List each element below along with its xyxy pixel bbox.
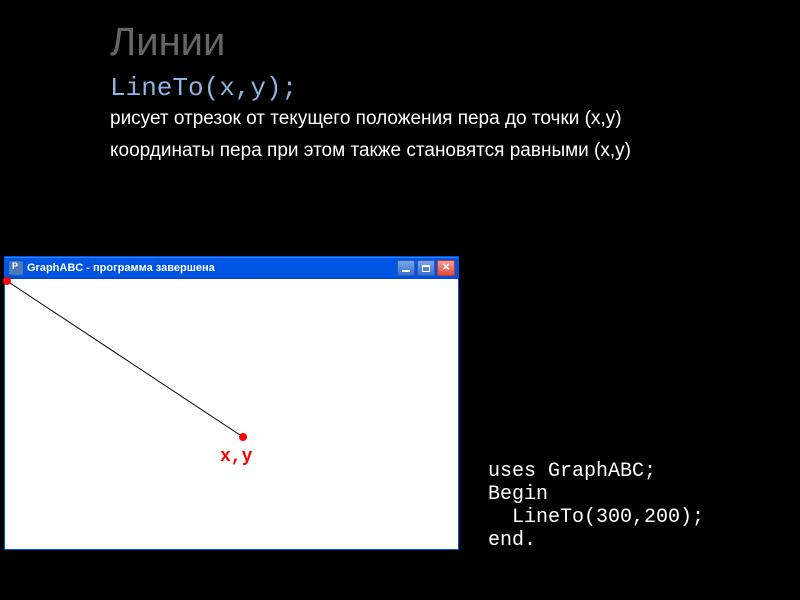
function-signature: LineTo(x,y); bbox=[110, 73, 690, 103]
content-row: GraphABC - программа завершена x,y bbox=[0, 256, 459, 550]
window-title: GraphABC - программа завершена bbox=[27, 262, 397, 274]
code-line-3: LineTo(300,200); bbox=[488, 506, 704, 529]
app-icon bbox=[9, 261, 23, 275]
start-point bbox=[3, 277, 11, 285]
slide: Линии LineTo(x,y); рисует отрезок от тек… bbox=[0, 0, 800, 191]
end-point bbox=[239, 433, 247, 441]
drawn-line bbox=[5, 279, 460, 549]
maximize-button[interactable] bbox=[417, 260, 435, 276]
code-line-2: Begin bbox=[488, 483, 548, 506]
xy-label: x,y bbox=[220, 447, 252, 467]
window-client-area: x,y bbox=[5, 279, 458, 549]
window-titlebar[interactable]: GraphABC - программа завершена bbox=[5, 257, 458, 279]
close-button[interactable] bbox=[437, 260, 455, 276]
graphabc-window: GraphABC - программа завершена x,y bbox=[4, 256, 459, 550]
slide-title: Линии bbox=[110, 20, 690, 65]
window-buttons bbox=[397, 260, 455, 276]
description-line-2: координаты пера при этом также становятс… bbox=[110, 139, 690, 163]
minimize-button[interactable] bbox=[397, 260, 415, 276]
code-line-1: uses GraphABC; bbox=[488, 460, 656, 483]
code-line-4: end. bbox=[488, 529, 536, 552]
code-block: uses GraphABC; Begin LineTo(300,200); en… bbox=[488, 460, 704, 552]
description-line-1: рисует отрезок от текущего положения пер… bbox=[110, 107, 690, 131]
